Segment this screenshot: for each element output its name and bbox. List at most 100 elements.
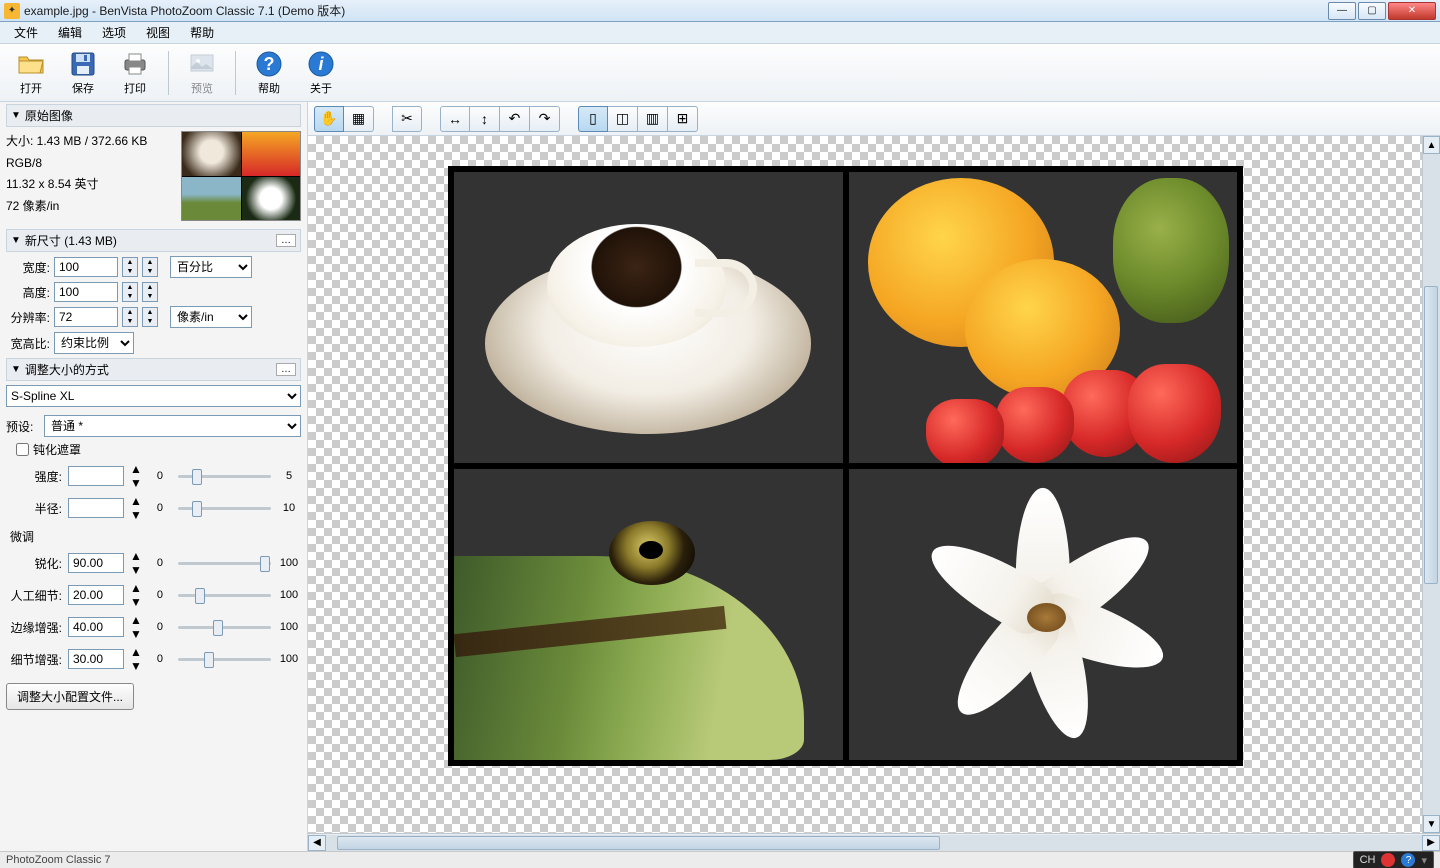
sharpen-input[interactable]	[68, 553, 124, 573]
statusbar: PhotoZoom Classic 7 CH ? ▾	[0, 851, 1440, 868]
toolbar-separator	[168, 51, 169, 95]
rotate-cw-icon: ↷	[539, 110, 551, 127]
toolbar-separator	[235, 51, 236, 95]
resize-method-select[interactable]: S-Spline XL	[6, 385, 301, 407]
aspect-select[interactable]: 约束比例	[54, 332, 134, 354]
original-res: 72 像素/in	[6, 196, 175, 218]
resize-profile-button[interactable]: 调整大小配置文件...	[6, 683, 134, 710]
view-quad-button[interactable]: ⊞	[668, 106, 698, 132]
menu-view[interactable]: 视图	[136, 22, 180, 43]
scroll-up-button[interactable]: ▲	[1423, 136, 1440, 154]
strength-input[interactable]	[68, 466, 124, 486]
menu-file[interactable]: 文件	[4, 22, 48, 43]
hand-tool-button[interactable]: ✋	[314, 106, 344, 132]
scroll-down-button[interactable]: ▼	[1423, 815, 1440, 833]
sharpen-spinner[interactable]: ▲▼	[130, 549, 142, 577]
filmgrain-slider[interactable]	[178, 586, 271, 604]
detail-input[interactable]	[68, 649, 124, 669]
width-input[interactable]	[54, 257, 118, 277]
filmgrain-input[interactable]	[68, 585, 124, 605]
section-newsize[interactable]: ▼新尺寸 (1.43 MB)…	[6, 229, 301, 252]
resolution-link-spinner[interactable]: ▲▼	[142, 307, 158, 327]
marquee-tool-button[interactable]: ▦	[344, 106, 374, 132]
detail-spinner[interactable]: ▲▼	[130, 645, 142, 673]
rotate-ccw-button[interactable]: ↶	[500, 106, 530, 132]
strength-label: 强度:	[6, 468, 62, 485]
hand-icon: ✋	[320, 110, 337, 127]
app-icon: ✦	[4, 3, 20, 19]
ime-indicator[interactable]: CH ? ▾	[1353, 851, 1434, 868]
resolution-unit-select[interactable]: 像素/in	[170, 306, 252, 328]
preview-image	[448, 166, 1243, 766]
crop-button[interactable]: ✂	[392, 106, 422, 132]
section-resize-method[interactable]: ▼调整大小的方式…	[6, 358, 301, 381]
about-button[interactable]: i 关于	[298, 48, 344, 98]
flip-h-button[interactable]: ↔	[440, 106, 470, 132]
scroll-left-button[interactable]: ◀	[308, 835, 326, 851]
resolution-spinner[interactable]: ▲▼	[122, 307, 138, 327]
edge-spinner[interactable]: ▲▼	[130, 613, 142, 641]
menu-options[interactable]: 选项	[92, 22, 136, 43]
strength-slider[interactable]	[178, 467, 271, 485]
filmgrain-spinner[interactable]: ▲▼	[130, 581, 142, 609]
preset-select[interactable]: 普通 *	[44, 415, 301, 437]
resolution-input[interactable]	[54, 307, 118, 327]
left-panel: ▼原始图像 大小: 1.43 MB / 372.66 KB RGB/8 11.3…	[0, 102, 308, 851]
menu-help[interactable]: 帮助	[180, 22, 224, 43]
menu-edit[interactable]: 编辑	[48, 22, 92, 43]
detail-slider[interactable]	[178, 650, 271, 668]
window-title: example.jpg - BenVista PhotoZoom Classic…	[24, 2, 345, 19]
section-original[interactable]: ▼原始图像	[6, 104, 301, 127]
help-icon: ?	[255, 50, 283, 78]
marquee-icon: ▦	[352, 110, 365, 127]
floppy-icon	[69, 50, 97, 78]
width-spinner[interactable]: ▲▼	[122, 257, 138, 277]
edge-input[interactable]	[68, 617, 124, 637]
preview-button[interactable]: 预览	[179, 48, 225, 98]
view-single-icon: ▯	[589, 110, 597, 127]
print-button[interactable]: 打印	[112, 48, 158, 98]
rotate-cw-button[interactable]: ↷	[530, 106, 560, 132]
rotate-ccw-icon: ↶	[509, 110, 521, 127]
finetune-header: 微调	[10, 528, 301, 545]
close-button[interactable]: ✕	[1388, 2, 1436, 20]
size-unit-select[interactable]: 百分比	[170, 256, 252, 278]
flip-v-icon: ↕	[481, 111, 488, 127]
radius-input[interactable]	[68, 498, 124, 518]
edge-slider[interactable]	[178, 618, 271, 636]
vertical-scrollbar[interactable]: ▲ ▼	[1422, 136, 1440, 833]
resize-more-button[interactable]: …	[276, 363, 296, 376]
view-split-v-button[interactable]: ▥	[638, 106, 668, 132]
titlebar: ✦ example.jpg - BenVista PhotoZoom Class…	[0, 0, 1440, 22]
strength-spinner[interactable]: ▲▼	[130, 462, 142, 490]
height-input[interactable]	[54, 282, 118, 302]
help-button[interactable]: ? 帮助	[246, 48, 292, 98]
flip-v-button[interactable]: ↕	[470, 106, 500, 132]
unsharp-mask-checkbox[interactable]: 钝化遮罩	[16, 441, 301, 458]
view-split-h-button[interactable]: ◫	[608, 106, 638, 132]
v-scroll-thumb[interactable]	[1424, 286, 1438, 583]
view-single-button[interactable]: ▯	[578, 106, 608, 132]
height-link-spinner[interactable]: ▲▼	[142, 282, 158, 302]
view-split-h-icon: ◫	[616, 110, 629, 127]
save-button[interactable]: 保存	[60, 48, 106, 98]
radius-spinner[interactable]: ▲▼	[130, 494, 142, 522]
open-button[interactable]: 打开	[8, 48, 54, 98]
view-split-v-icon: ▥	[646, 110, 659, 127]
original-mode: RGB/8	[6, 153, 175, 175]
maximize-button[interactable]: ▢	[1358, 2, 1386, 20]
height-spinner[interactable]: ▲▼	[122, 282, 138, 302]
width-link-spinner[interactable]: ▲▼	[142, 257, 158, 277]
newsize-more-button[interactable]: …	[276, 234, 296, 247]
scroll-right-button[interactable]: ▶	[1422, 835, 1440, 851]
original-thumbnail[interactable]	[181, 131, 301, 221]
status-text: PhotoZoom Classic 7	[6, 854, 111, 866]
sharpen-slider[interactable]	[178, 554, 271, 572]
h-scroll-thumb[interactable]	[337, 836, 940, 850]
printer-icon	[121, 50, 149, 78]
minimize-button[interactable]: —	[1328, 2, 1356, 20]
horizontal-scrollbar[interactable]: ◀ ▶	[308, 833, 1440, 851]
radius-slider[interactable]	[178, 499, 271, 517]
canvas-area[interactable]: ▲ ▼	[308, 136, 1440, 833]
preview-icon	[188, 50, 216, 78]
